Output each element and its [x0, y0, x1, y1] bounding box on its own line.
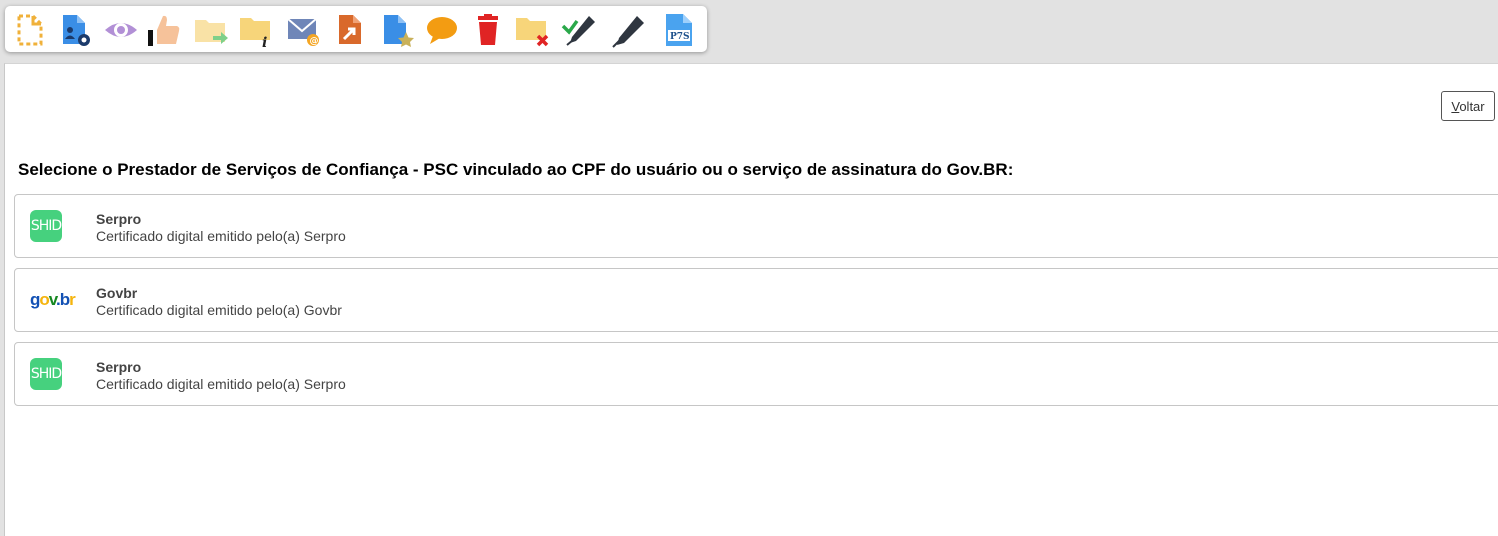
document-favorite-icon[interactable] — [379, 12, 415, 48]
svg-text:P7S: P7S — [670, 32, 690, 42]
page-heading: Selecione o Prestador de Serviços de Con… — [18, 160, 1014, 179]
thumbs-up-icon[interactable] — [147, 12, 183, 48]
serpro-logo-text: SHID — [30, 358, 62, 390]
document-settings-icon[interactable] — [57, 12, 93, 48]
view-eye-icon[interactable] — [103, 12, 139, 48]
sign-check-pen-icon[interactable] — [561, 12, 597, 48]
main-panel: Voltar Selecione o Prestador de Serviços… — [4, 63, 1498, 536]
export-document-icon[interactable] — [332, 12, 368, 48]
svg-text:@: @ — [310, 37, 319, 47]
psc-option-govbr[interactable]: gov.br Govbr Certificado digital emitido… — [14, 268, 1498, 332]
psc-option-serpro[interactable]: SHID Serpro Certificado digital emitido … — [14, 194, 1498, 258]
govbr-logo: gov.br — [30, 290, 76, 309]
psc-title: Govbr — [96, 285, 138, 301]
svg-text:i: i — [262, 35, 267, 48]
email-icon[interactable]: @ — [285, 12, 321, 48]
psc-title: Serpro — [96, 211, 142, 227]
serpro-shid-logo: SHID — [30, 358, 62, 390]
voltar-label: oltar — [1459, 98, 1485, 114]
folder-info-icon[interactable]: i — [238, 12, 274, 48]
psc-description: Certificado digital emitido pelo(a) Serp… — [96, 228, 346, 244]
move-folder-icon[interactable] — [193, 12, 229, 48]
psc-description: Certificado digital emitido pelo(a) Serp… — [96, 376, 346, 392]
serpro-logo-text: SHID — [30, 210, 62, 242]
comment-icon[interactable] — [424, 12, 460, 48]
psc-description: Certificado digital emitido pelo(a) Govb… — [96, 302, 342, 318]
trash-icon[interactable] — [470, 12, 506, 48]
psc-title: Serpro — [96, 359, 142, 375]
folder-remove-icon[interactable] — [514, 12, 550, 48]
psc-option-serpro[interactable]: SHID Serpro Certificado digital emitido … — [14, 342, 1498, 406]
sign-pen-icon[interactable] — [611, 12, 647, 48]
p7s-file-icon[interactable]: P7S — [661, 12, 697, 48]
toolbar: i @ P7S — [5, 6, 707, 52]
voltar-button[interactable]: Voltar — [1441, 91, 1495, 121]
serpro-shid-logo: SHID — [30, 210, 62, 242]
new-document-icon[interactable] — [11, 12, 47, 48]
